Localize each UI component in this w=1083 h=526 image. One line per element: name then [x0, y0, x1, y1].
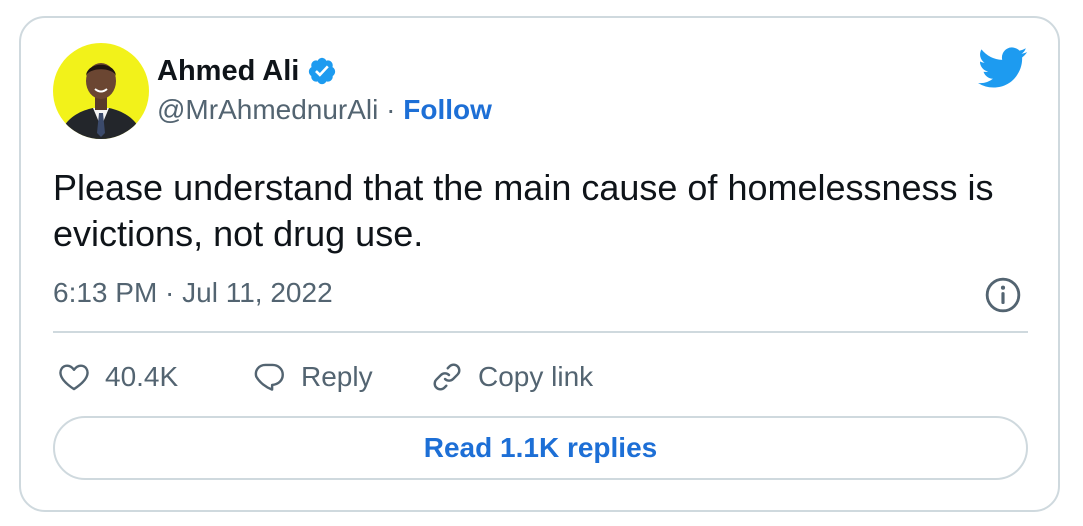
twitter-bird-icon[interactable]	[978, 47, 1028, 89]
verified-badge-icon	[309, 57, 336, 85]
handle-separator: ·	[386, 94, 396, 125]
author-handle-row: @MrAhmednurAli · Follow	[157, 93, 492, 127]
info-icon[interactable]	[984, 276, 1022, 314]
copy-link-label: Copy link	[478, 361, 594, 392]
like-count: 40.4K	[105, 361, 179, 392]
reply-label: Reply	[301, 361, 373, 392]
author-name-row[interactable]: Ahmed Ali	[157, 54, 337, 88]
like-button[interactable]: 40.4K	[57, 355, 178, 399]
tweet-text: Please understand that the main cause of…	[53, 167, 994, 254]
heart-icon	[59, 364, 89, 391]
read-replies-button[interactable]: Read 1.1K replies	[53, 416, 1028, 480]
avatar-image	[53, 43, 149, 139]
read-replies-label: Read 1.1K replies	[423, 432, 658, 463]
reply-button[interactable]: Reply	[251, 355, 373, 399]
tweet-timestamp[interactable]: 6:13 PM · Jul 11, 2022	[53, 276, 333, 310]
divider	[53, 331, 1028, 333]
copy-link-button[interactable]: Copy link	[430, 355, 593, 399]
author-name[interactable]: Ahmed Ali	[157, 54, 299, 88]
speech-bubble-icon	[254, 363, 284, 391]
follow-button[interactable]: Follow	[403, 94, 492, 125]
author-handle[interactable]: @MrAhmednurAli	[157, 94, 378, 125]
link-icon	[433, 363, 461, 391]
avatar[interactable]	[53, 43, 149, 139]
